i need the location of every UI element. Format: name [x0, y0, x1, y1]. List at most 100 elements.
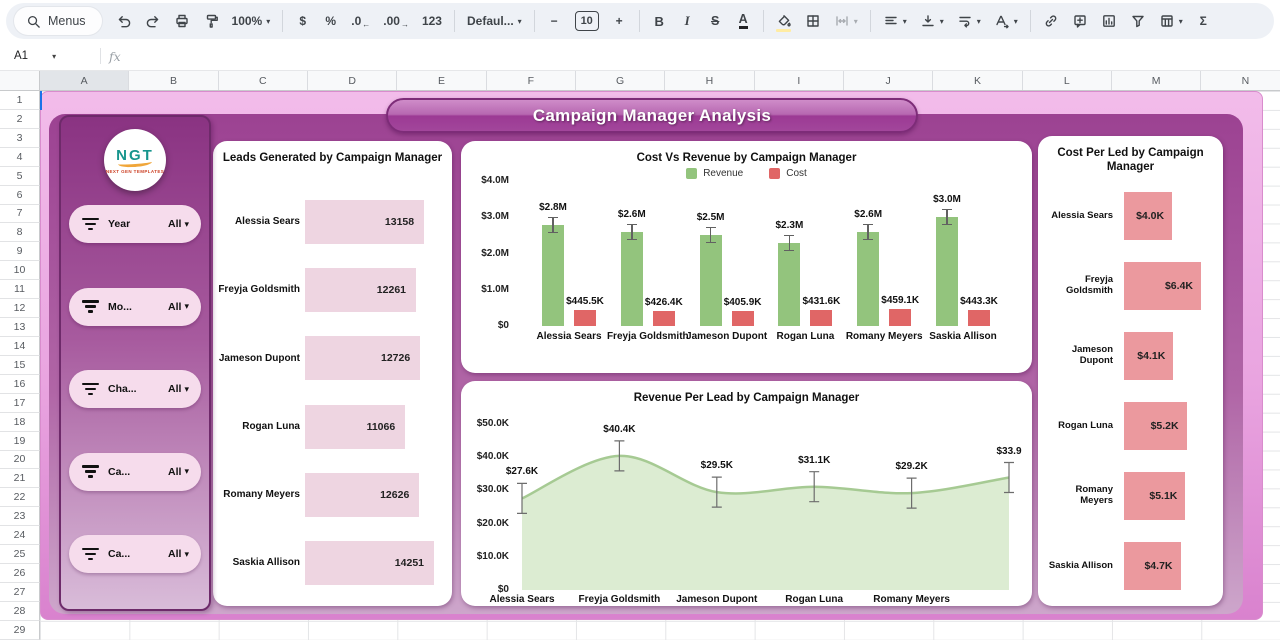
filter-slicer-2[interactable]: Mo...All▾: [69, 288, 201, 326]
filter-slicer-3[interactable]: Cha...All▾: [69, 370, 201, 408]
filter-slicer-1[interactable]: YearAll▾: [69, 205, 201, 243]
column-header-F[interactable]: F: [487, 71, 576, 90]
column-header-E[interactable]: E: [397, 71, 486, 90]
row-header-12[interactable]: 12: [0, 299, 40, 318]
row-header-1[interactable]: 1: [0, 91, 40, 110]
row-header-20[interactable]: 20: [0, 451, 40, 470]
horizontal-align-button[interactable]: ▾: [878, 7, 912, 35]
row-header-3[interactable]: 3: [0, 129, 40, 148]
dashboard-image: Campaign Manager Analysis NGT NEXT GEN T…: [40, 91, 1263, 620]
divider: [100, 48, 101, 64]
redo-icon: [145, 13, 161, 29]
row-header-13[interactable]: 13: [0, 318, 40, 337]
dashboard-title-banner: Campaign Manager Analysis: [386, 98, 918, 133]
bold-button[interactable]: B: [647, 7, 672, 35]
column-header-J[interactable]: J: [844, 71, 933, 90]
column-header-G[interactable]: G: [576, 71, 665, 90]
row-header-21[interactable]: 21: [0, 469, 40, 488]
row-header-5[interactable]: 5: [0, 167, 40, 186]
text-color-button[interactable]: A: [731, 7, 756, 35]
fill-color-button[interactable]: [771, 7, 797, 35]
menus-button[interactable]: Menus: [14, 7, 102, 35]
name-box[interactable]: A1 ▾: [0, 42, 92, 70]
row-header-25[interactable]: 25: [0, 545, 40, 564]
column-header-L[interactable]: L: [1023, 71, 1112, 90]
revenue-bar: [700, 235, 722, 326]
row-header-9[interactable]: 9: [0, 242, 40, 261]
text-rotation-button[interactable]: ▾: [989, 7, 1023, 35]
paint-format-button[interactable]: [198, 7, 224, 35]
strikethrough-button[interactable]: S: [703, 7, 728, 35]
zoom-button[interactable]: 100%▾: [227, 7, 276, 35]
column-header-H[interactable]: H: [665, 71, 754, 90]
row-header-29[interactable]: 29: [0, 621, 40, 640]
table-icon: [1159, 13, 1175, 29]
row-header-27[interactable]: 27: [0, 583, 40, 602]
cells-area[interactable]: Campaign Manager Analysis NGT NEXT GEN T…: [40, 91, 1280, 640]
column-header-B[interactable]: B: [129, 71, 218, 90]
create-filter-button[interactable]: [1125, 7, 1151, 35]
toolbar-separator: [763, 10, 764, 32]
row-header-11[interactable]: 11: [0, 280, 40, 299]
row-header-23[interactable]: 23: [0, 507, 40, 526]
row-header-14[interactable]: 14: [0, 337, 40, 356]
row-header-24[interactable]: 24: [0, 526, 40, 545]
font-family-button[interactable]: Defaul...▾: [462, 7, 527, 35]
column-header-K[interactable]: K: [933, 71, 1022, 90]
increase-decimal-button[interactable]: .00→: [378, 7, 414, 35]
cost-per-lead-row: Alessia Sears$4.0K: [1042, 192, 1215, 240]
revenue-bar: [621, 232, 643, 326]
bar: $5.1K: [1124, 472, 1185, 520]
column-header-C[interactable]: C: [219, 71, 308, 90]
decrease-font-size-button[interactable]: −: [542, 7, 567, 35]
leads-bars: Alessia Sears13158Freyja Goldsmith12261J…: [213, 191, 442, 594]
row-header-17[interactable]: 17: [0, 394, 40, 413]
increase-font-size-button[interactable]: +: [607, 7, 632, 35]
insert-chart-button[interactable]: [1096, 7, 1122, 35]
filter-slicer-4[interactable]: Ca...All▾: [69, 453, 201, 491]
ngt-logo: NGT NEXT GEN TEMPLATES: [104, 129, 166, 191]
column-header-M[interactable]: M: [1112, 71, 1201, 90]
insert-comment-button[interactable]: [1067, 7, 1093, 35]
row-header-22[interactable]: 22: [0, 488, 40, 507]
cost-value-label: $431.6K: [791, 296, 851, 307]
row-header-4[interactable]: 4: [0, 148, 40, 167]
more-formats-button[interactable]: 123: [417, 7, 447, 35]
cost-bar: [732, 311, 754, 326]
row-header-16[interactable]: 16: [0, 375, 40, 394]
filter-slicer-5[interactable]: Ca...All▾: [69, 535, 201, 573]
functions-button[interactable]: Σ: [1191, 7, 1216, 35]
vertical-align-button[interactable]: ▾: [915, 7, 949, 35]
row-header-18[interactable]: 18: [0, 413, 40, 432]
borders-button[interactable]: [800, 7, 826, 35]
redo-button[interactable]: [140, 7, 166, 35]
format-percent-button[interactable]: %: [318, 7, 343, 35]
column-header-I[interactable]: I: [755, 71, 844, 90]
bar: $5.2K: [1124, 402, 1187, 450]
row-header-8[interactable]: 8: [0, 223, 40, 242]
row-header-15[interactable]: 15: [0, 356, 40, 375]
column-header-D[interactable]: D: [308, 71, 397, 90]
filter-list: YearAll▾ Mo...All▾ Cha...All▾ Ca...All▾ Ca..…: [61, 205, 209, 573]
row-header-6[interactable]: 6: [0, 186, 40, 205]
table-views-button[interactable]: ▾: [1154, 7, 1188, 35]
row-header-7[interactable]: 7: [0, 205, 40, 224]
row-header-26[interactable]: 26: [0, 564, 40, 583]
italic-button[interactable]: I: [675, 7, 700, 35]
cost-bar: [968, 310, 990, 326]
print-button[interactable]: [169, 7, 195, 35]
text-wrap-button[interactable]: ▾: [952, 7, 986, 35]
column-header-A[interactable]: A: [40, 71, 129, 90]
font-size-button[interactable]: 10: [570, 7, 604, 35]
grid-corner[interactable]: [0, 71, 40, 91]
undo-button[interactable]: [111, 7, 137, 35]
row-header-19[interactable]: 19: [0, 432, 40, 451]
row-header-2[interactable]: 2: [0, 110, 40, 129]
value-label: 12726: [381, 352, 420, 364]
decrease-decimal-button[interactable]: .0←: [346, 7, 375, 35]
format-currency-button[interactable]: $: [290, 7, 315, 35]
column-header-N[interactable]: N: [1201, 71, 1280, 90]
row-header-10[interactable]: 10: [0, 261, 40, 280]
insert-link-button[interactable]: [1038, 7, 1064, 35]
row-header-28[interactable]: 28: [0, 602, 40, 621]
